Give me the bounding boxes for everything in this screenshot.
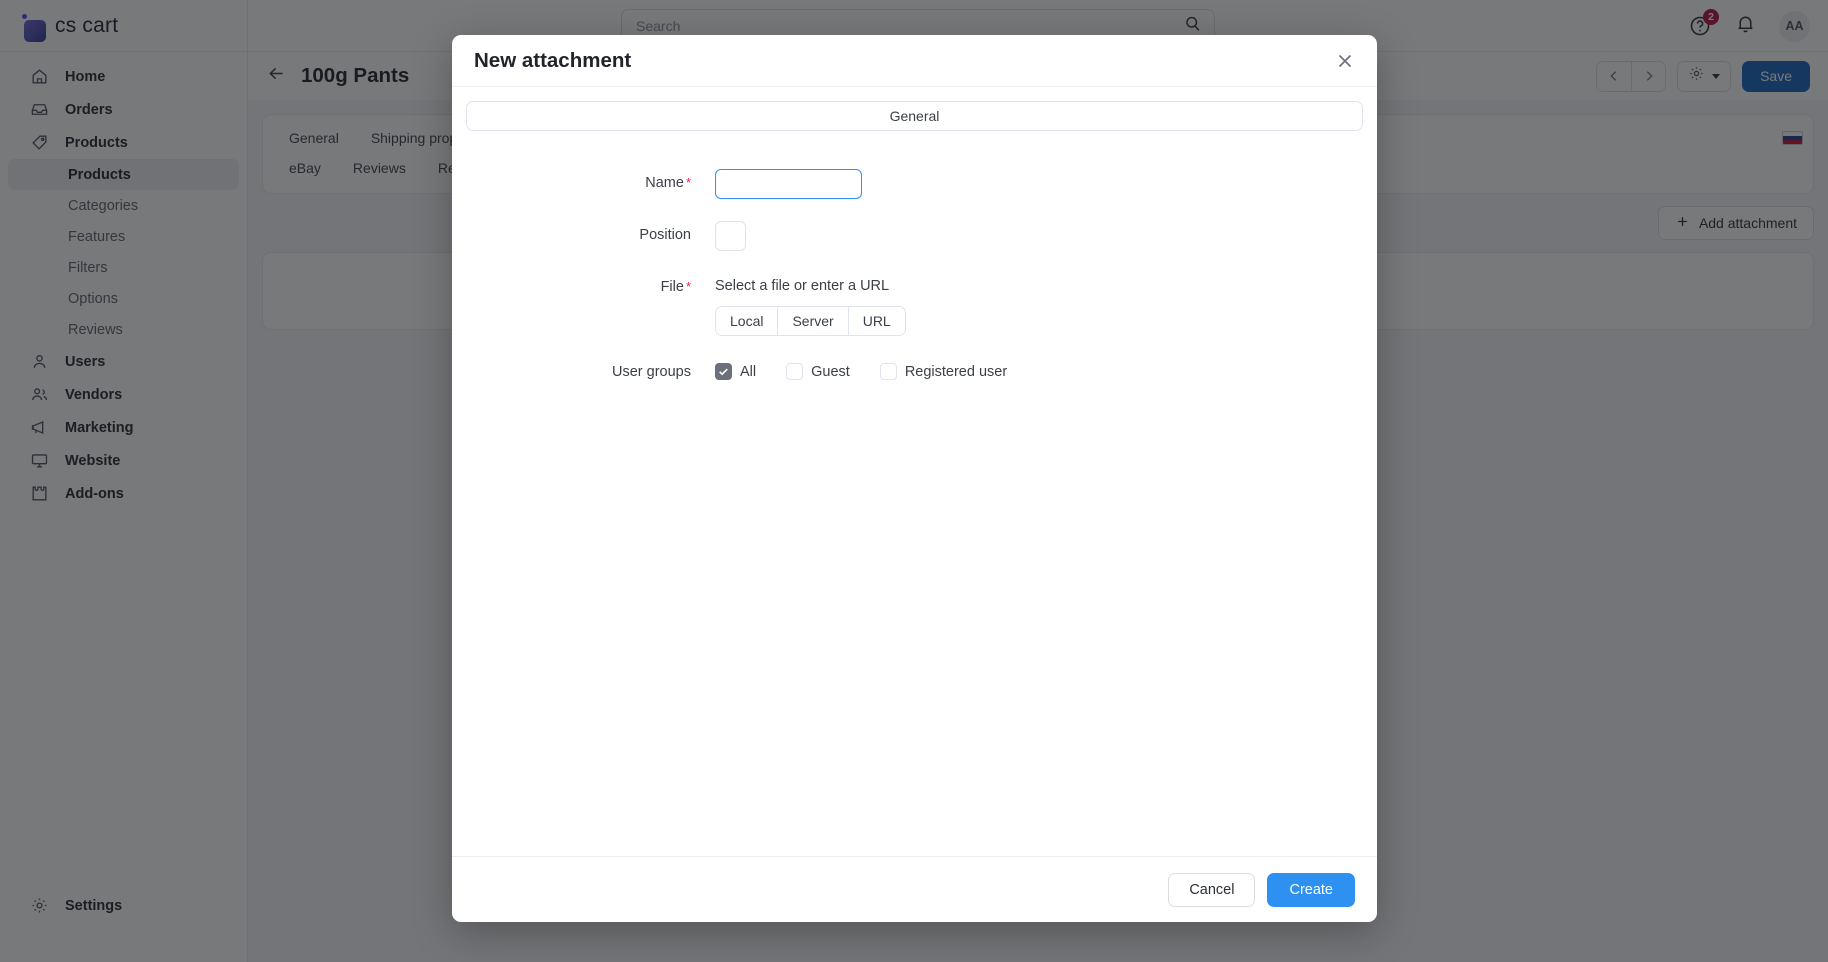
file-source-server[interactable]: Server — [777, 307, 848, 335]
checkbox-all[interactable] — [715, 363, 732, 380]
position-input[interactable] — [715, 221, 746, 251]
create-button[interactable]: Create — [1267, 872, 1355, 907]
file-source-url[interactable]: URL — [847, 307, 905, 335]
modal-title: New attachment — [474, 48, 632, 72]
file-label: File — [660, 279, 684, 295]
cancel-button[interactable]: Cancel — [1168, 872, 1256, 907]
name-input[interactable] — [715, 169, 862, 199]
user-groups-row: User groups All Guest Registered user — [466, 358, 1363, 380]
name-label-wrap: Name * — [466, 169, 701, 191]
modal-header: New attachment — [452, 35, 1377, 87]
position-row: Position — [466, 221, 1363, 251]
modal-tab-general[interactable]: General — [466, 101, 1363, 131]
modal-body: General Name * Position File * Select a … — [452, 87, 1377, 856]
required-marker: * — [685, 279, 691, 294]
required-marker: * — [685, 175, 691, 190]
file-source-local[interactable]: Local — [716, 307, 778, 335]
checkbox-registered-user[interactable] — [879, 363, 897, 380]
name-label: Name — [645, 175, 684, 191]
user-groups-options: All Guest Registered user — [715, 358, 1029, 380]
name-row: Name * — [466, 169, 1363, 199]
position-field-wrap — [701, 221, 746, 251]
checkbox-guest-label: Guest — [811, 363, 850, 380]
file-row: File * Select a file or enter a URL Local… — [466, 273, 1363, 336]
close-icon[interactable] — [1333, 49, 1357, 73]
file-field-wrap: Select a file or enter a URL Local Serve… — [701, 273, 906, 336]
modal-footer: Cancel Create — [452, 856, 1377, 922]
file-source-segmented: Local Server URL — [715, 306, 906, 336]
position-label: Position — [639, 227, 691, 243]
file-hint: Select a file or enter a URL — [715, 278, 890, 294]
file-label-wrap: File * — [466, 273, 701, 295]
name-field-wrap — [701, 169, 862, 199]
checkbox-registered-user-label: Registered user — [904, 363, 1008, 380]
checkbox-all-label: All — [740, 363, 757, 380]
user-groups-label: User groups — [612, 364, 691, 380]
user-groups-field-wrap: All Guest Registered user — [701, 358, 1029, 380]
checkbox-guest[interactable] — [786, 363, 804, 380]
new-attachment-modal: New attachment General Name * Position F… — [452, 35, 1377, 922]
attachment-form: Name * Position File * Select a file or en… — [466, 169, 1363, 380]
